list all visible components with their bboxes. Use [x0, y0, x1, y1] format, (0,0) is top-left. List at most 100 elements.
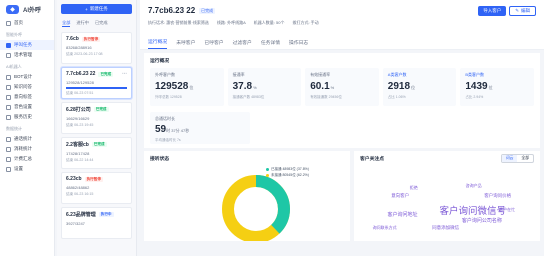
task-card-title: 7.6cb	[66, 36, 79, 42]
task-status-badge: 执行暂停	[84, 176, 103, 182]
overview-title: 运行概况	[150, 59, 170, 64]
task-progress-fill	[66, 87, 127, 89]
task-time: 结束 06-22 14:44	[66, 158, 94, 162]
legend-dot	[266, 168, 269, 171]
task-tab-done[interactable]: 已完成	[95, 20, 108, 27]
new-task-button[interactable]: + 新建任务	[61, 4, 132, 14]
edit-button[interactable]: ✎ 编辑	[509, 6, 536, 16]
nav-label: 首页	[14, 20, 23, 25]
task-card[interactable]: 6.23cb 执行暂停 48862/48862 结束 06-23 16:15	[61, 172, 132, 204]
tab-filtered[interactable]: 过滤客户	[233, 39, 252, 49]
stat-card: 外呼客户数 129528位 外呼总数 129528	[150, 68, 224, 106]
nav-label: 音色设置	[14, 104, 32, 109]
task-tab-all[interactable]: 全部	[62, 20, 71, 27]
task-progress-count: 48862/48862	[66, 185, 90, 190]
nav-item-bot[interactable]: BOT设计	[0, 72, 54, 82]
import-customers-button[interactable]: 导入客户	[478, 6, 507, 16]
meta-dial-mode: 拨打方式: 手动	[292, 20, 319, 25]
stat-unit: 位	[189, 85, 194, 90]
more-icon[interactable]: ⋯	[122, 71, 127, 77]
word-cloud-term: 意向客户	[391, 193, 410, 198]
task-meta: 执行话术: 惠农·营销前景·线索筛选 线路: 外呼线路A 机器人数量: 50个 …	[148, 20, 536, 26]
task-time: 结束 06-23 19:45	[66, 123, 94, 127]
task-card[interactable]: 6.23品牌管理 执行中 3927/3247	[61, 207, 132, 239]
nav-label: 知识问答	[14, 84, 32, 89]
word-cloud-term: 咨询产品	[465, 183, 482, 188]
meta-script: 执行话术: 惠农·营销前景·线索筛选	[148, 20, 209, 25]
task-card-title: 6.23品牌管理	[66, 212, 96, 218]
legend-connected: 已接通 48983位 (37.8%)	[266, 167, 309, 172]
word-cloud-term: 客户询问地址	[387, 212, 418, 218]
tag-icon	[6, 94, 11, 100]
task-progress-count: 17428/17428	[66, 151, 90, 156]
tab-called[interactable]: 已呼客户	[204, 39, 223, 49]
task-tab-running[interactable]: 进行中	[76, 20, 89, 27]
nav-item-billing[interactable]: 计费汇总	[0, 154, 54, 164]
legend-unconnected: 未接通 80545位 (62.2%)	[266, 173, 309, 178]
nav-item-usage[interactable]: 消耗统计	[0, 144, 54, 154]
word-cloud-term: 拒绝	[409, 185, 418, 190]
connect-status-card: 接听状态 已接通 48983位 (37.8%) 未接通 80545位 (62.2…	[144, 151, 350, 241]
task-card[interactable]: 6.28打公司 已完成 16629/16629 结束 06-23 19:45	[61, 102, 132, 134]
task-progress-count: 16629/16629	[66, 116, 90, 121]
meta-robots: 机器人数量: 50个	[253, 20, 285, 25]
nav-item-voice[interactable]: 音色设置	[0, 102, 54, 112]
duration-sub: 平均通话时长 7s	[155, 138, 181, 142]
detail-tabs: 运行概况 未呼客户 已呼客户 过滤客户 任务详情 操作日志	[140, 36, 544, 50]
edit-label: 编辑	[521, 8, 530, 13]
stat-card: 接通率 37.8% 接通客户数 48983位	[227, 68, 302, 106]
toggle-all[interactable]: 全部	[517, 155, 533, 162]
usage-icon	[6, 146, 11, 152]
nav-label: 消耗统计	[14, 146, 32, 151]
task-time: 结束 06-23 07:51	[66, 90, 94, 95]
stat-label: 有效接通率	[310, 72, 331, 77]
word-cloud-term: 客户询问微信号	[439, 206, 507, 217]
plus-icon: +	[85, 6, 88, 12]
stat-sub: 外呼总数 129528	[155, 95, 182, 99]
stat-unit: %	[253, 85, 257, 90]
task-card[interactable]: 2.2客服cb 已完成 17428/17428 结束 06-22 14:44	[61, 137, 132, 169]
stat-value: 60.1	[310, 81, 330, 92]
legend-dot	[266, 174, 269, 177]
nav-item-scripts[interactable]: 话术管理	[0, 50, 54, 60]
focus-view-toggle: 词云 全部	[500, 154, 534, 163]
stat-sub: 占比 2.94%	[465, 95, 484, 99]
nav-label: 服务历史	[14, 114, 32, 119]
stat-value: 2918	[387, 81, 411, 92]
nav-item-settings[interactable]: 设置	[0, 164, 54, 174]
task-status-badge: 已完成	[93, 107, 109, 112]
nav-label: 意向标签	[14, 94, 32, 99]
stat-label: A类客户数	[387, 72, 407, 77]
nav-section: 智能外呼	[6, 32, 22, 37]
nav-item-qa[interactable]: 知识问答	[0, 82, 54, 92]
logo-icon: ◆	[6, 4, 19, 14]
nav-item-call-stats[interactable]: 通话统计	[0, 134, 54, 144]
stat-unit: 位	[488, 85, 493, 90]
nav-item-tags[interactable]: 意向标签	[0, 92, 54, 102]
stat-sub: 占比 1.06%	[387, 95, 406, 99]
nav-item-home[interactable]: 首页	[0, 18, 54, 28]
tab-operation-log[interactable]: 操作日志	[289, 39, 308, 49]
task-list-panel: + 新建任务 全部 进行中 已完成 7.6cb 执行暂停 83268/288916 结束…	[57, 0, 137, 256]
task-card[interactable]: 7.6cb 执行暂停 83268/288916 结束 2023-06-23 17:08	[61, 32, 132, 64]
meta-line: 线路: 外呼线路A	[216, 20, 246, 25]
tab-task-details[interactable]: 任务详情	[261, 39, 280, 49]
sidebar: ◆ AI外呼 首页 智能外呼 呼叫任务 话术管理 AI机器人 BOT设计 知识问…	[0, 0, 55, 256]
tab-overview[interactable]: 运行概况	[148, 38, 168, 49]
new-task-label: 新建任务	[89, 6, 108, 11]
stat-card: B类客户数 1439位 占比 2.94%	[460, 68, 534, 106]
nav-item-call-tasks[interactable]: 呼叫任务	[0, 40, 54, 50]
task-card[interactable]: 7.7cb6.23 22 已完成 ⋯ 129528/129528 结束 06-23 07…	[61, 67, 132, 99]
word-cloud-term: 客户询问公司名称	[461, 218, 502, 224]
stat-sub: 有效接通数 29456位	[310, 95, 342, 99]
task-card-title: 2.2客服cb	[66, 142, 89, 148]
nav-label: 设置	[14, 166, 23, 171]
duration-value: 59	[155, 124, 167, 135]
stat-label: B类客户数	[465, 72, 485, 77]
voice-icon	[6, 104, 11, 110]
qa-icon	[6, 84, 11, 90]
nav-item-history[interactable]: 服务历史	[0, 112, 54, 122]
toggle-wordcloud[interactable]: 词云	[501, 155, 518, 162]
tab-uncalled[interactable]: 未呼客户	[176, 39, 195, 49]
task-card-title: 6.28打公司	[66, 107, 91, 113]
